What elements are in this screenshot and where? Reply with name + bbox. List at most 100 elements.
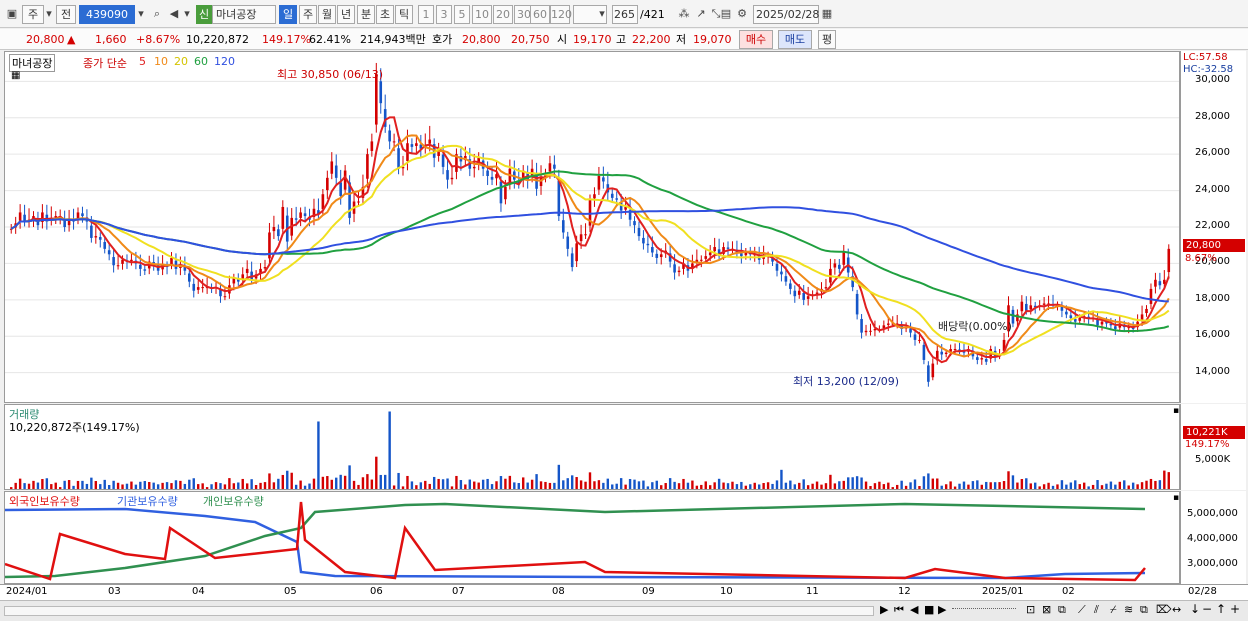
candle-body	[357, 201, 360, 203]
volume-bar	[780, 469, 783, 489]
tab-year[interactable]: 년	[337, 5, 355, 24]
tab-tick[interactable]: 틱	[395, 5, 413, 24]
first-page-icon[interactable]: ⏮	[894, 603, 904, 617]
chevron-down-icon[interactable]: ▾	[596, 5, 608, 23]
snapshot-icon[interactable]: ⧉	[1140, 603, 1148, 617]
new-badge: 신	[196, 5, 212, 24]
volume-readout: 10,220,872주(149.17%)	[9, 421, 140, 434]
interval-10[interactable]: 10	[472, 5, 492, 24]
market-select[interactable]: 주	[22, 5, 44, 24]
chevron-down-icon[interactable]: ▾	[181, 5, 193, 23]
volume-panel[interactable]: 거래량 10,220,872주(149.17%) ▪	[4, 404, 1180, 490]
zoom-box-icon[interactable]: ⊡	[1026, 603, 1035, 616]
nav-up-icon[interactable]: ↑	[1216, 602, 1226, 616]
price-chart-panel[interactable]: 마녀공장 종가 단순 5 10 20 60 120 ▦ 최고 30,850 (0…	[4, 51, 1180, 403]
compare-icon[interactable]: ⧉	[1058, 603, 1066, 617]
high-price: 22,200	[632, 33, 671, 46]
volume-bar	[806, 485, 810, 489]
interval-3[interactable]: 3	[436, 5, 452, 24]
tab-week[interactable]: 주	[299, 5, 317, 24]
x-tick-label: 2024/01	[6, 586, 48, 597]
ruler-icon[interactable]: ⌿	[1110, 603, 1117, 617]
volume-bar	[900, 480, 903, 489]
prev-page-icon[interactable]: ◀	[910, 603, 918, 616]
search-icon[interactable]: ⌕	[149, 5, 165, 23]
volume-bar	[263, 482, 267, 489]
holdings-panel[interactable]: 외국인보유수량 기관보유수량 개인보유수량 ▪	[4, 491, 1180, 584]
volume-bar	[677, 483, 681, 489]
stock-name[interactable]: 마녀공장	[212, 5, 276, 24]
high-label: 고	[616, 33, 627, 46]
candle-body	[107, 250, 111, 255]
tab-month[interactable]: 월	[318, 5, 336, 24]
volume-bar	[139, 481, 142, 489]
volume-bar	[1118, 481, 1122, 489]
volume-bar	[798, 482, 801, 489]
interval-120[interactable]: 120	[550, 5, 572, 24]
volume-bar	[486, 478, 489, 489]
table-icon[interactable]: ▦	[11, 70, 20, 81]
volume-bar	[259, 482, 262, 489]
ma-legend-prefix: 종가 단순	[83, 57, 127, 70]
zoom-in-icon[interactable]: +	[1230, 602, 1240, 616]
draw-icon[interactable]: ↗	[693, 5, 709, 23]
chevron-down-icon[interactable]: ▾	[135, 5, 147, 23]
stock-code-input[interactable]: 439090	[79, 5, 135, 24]
nav-down-icon[interactable]: ↓	[1190, 602, 1200, 616]
sell-button[interactable]: 매도	[778, 30, 812, 49]
scroll-right-icon[interactable]: ▶	[880, 603, 888, 616]
volume-chart[interactable]	[5, 405, 1179, 489]
tab-minute[interactable]: 분	[357, 5, 375, 24]
interval-5[interactable]: 5	[454, 5, 470, 24]
candle-body	[112, 257, 115, 266]
arrow-tool-icon[interactable]: ↔	[1172, 603, 1181, 616]
range-slider[interactable]	[952, 608, 1016, 614]
candle-body	[909, 328, 912, 333]
interval-20[interactable]: 20	[493, 5, 513, 24]
date-input[interactable]: 2025/02/28	[753, 5, 819, 24]
candle-body	[708, 252, 712, 256]
interval-1[interactable]: 1	[418, 5, 434, 24]
volume-bar	[223, 484, 227, 489]
panel-close-icon[interactable]: ▪	[1173, 493, 1179, 503]
change-value: 1,660	[95, 33, 127, 46]
scroll-track[interactable]	[4, 606, 874, 616]
low-label: 저	[676, 33, 687, 46]
gear-icon[interactable]: ⚙	[734, 5, 750, 23]
draw-line-icon[interactable]: ⟋	[1078, 603, 1086, 617]
zoom-out-icon[interactable]: −	[1202, 602, 1212, 616]
tab-day[interactable]: 일	[279, 5, 297, 24]
interval-60[interactable]: 60	[530, 5, 550, 24]
fib-icon[interactable]: ≋	[1124, 603, 1133, 616]
legend-ma120: 120	[214, 55, 235, 68]
lc-label: LC:57.58	[1183, 52, 1228, 63]
volume-bar	[1069, 482, 1073, 489]
speaker-icon[interactable]: ◀	[166, 5, 182, 23]
price-chart[interactable]	[5, 52, 1179, 402]
panel-close-icon[interactable]: ▪	[1173, 406, 1179, 416]
window-icon[interactable]: ▣	[4, 5, 20, 23]
prev-button[interactable]: 전	[56, 5, 76, 24]
stop-icon[interactable]: ■	[924, 603, 934, 616]
hide-icon[interactable]: ⌦	[1156, 603, 1172, 616]
avg-button[interactable]: 평	[818, 30, 836, 49]
holdings-chart[interactable]	[5, 492, 1179, 583]
volume-bar	[152, 482, 155, 489]
buy-button[interactable]: 매수	[739, 30, 773, 49]
chevron-down-icon[interactable]: ▾	[43, 5, 55, 23]
scroll-bar[interactable]: ▶ ⏮ ◀ ■ ▶ ⊡ ⊠ ⧉ ⟋ ⫽ ⌿ ≋ ⧉ ⌦ ↔ ↓ − ↑ +	[0, 600, 1248, 621]
zoom-fit-icon[interactable]: ⊠	[1042, 603, 1051, 616]
count-input[interactable]: 265	[612, 5, 638, 24]
volume-bar	[878, 481, 881, 489]
next-page-icon[interactable]: ▶	[938, 603, 946, 616]
volume-bar	[330, 479, 333, 489]
calendar-icon[interactable]: ▦	[819, 5, 835, 23]
save-icon[interactable]: ▤	[718, 5, 734, 23]
draw-channel-icon[interactable]: ⫽	[1094, 603, 1099, 617]
volume-bar	[913, 479, 917, 489]
grid-icon[interactable]: ⁂	[676, 5, 692, 23]
volume-bar	[18, 478, 22, 489]
volume-bar	[317, 421, 320, 489]
tab-second[interactable]: 초	[376, 5, 394, 24]
volume-bar	[553, 482, 556, 489]
